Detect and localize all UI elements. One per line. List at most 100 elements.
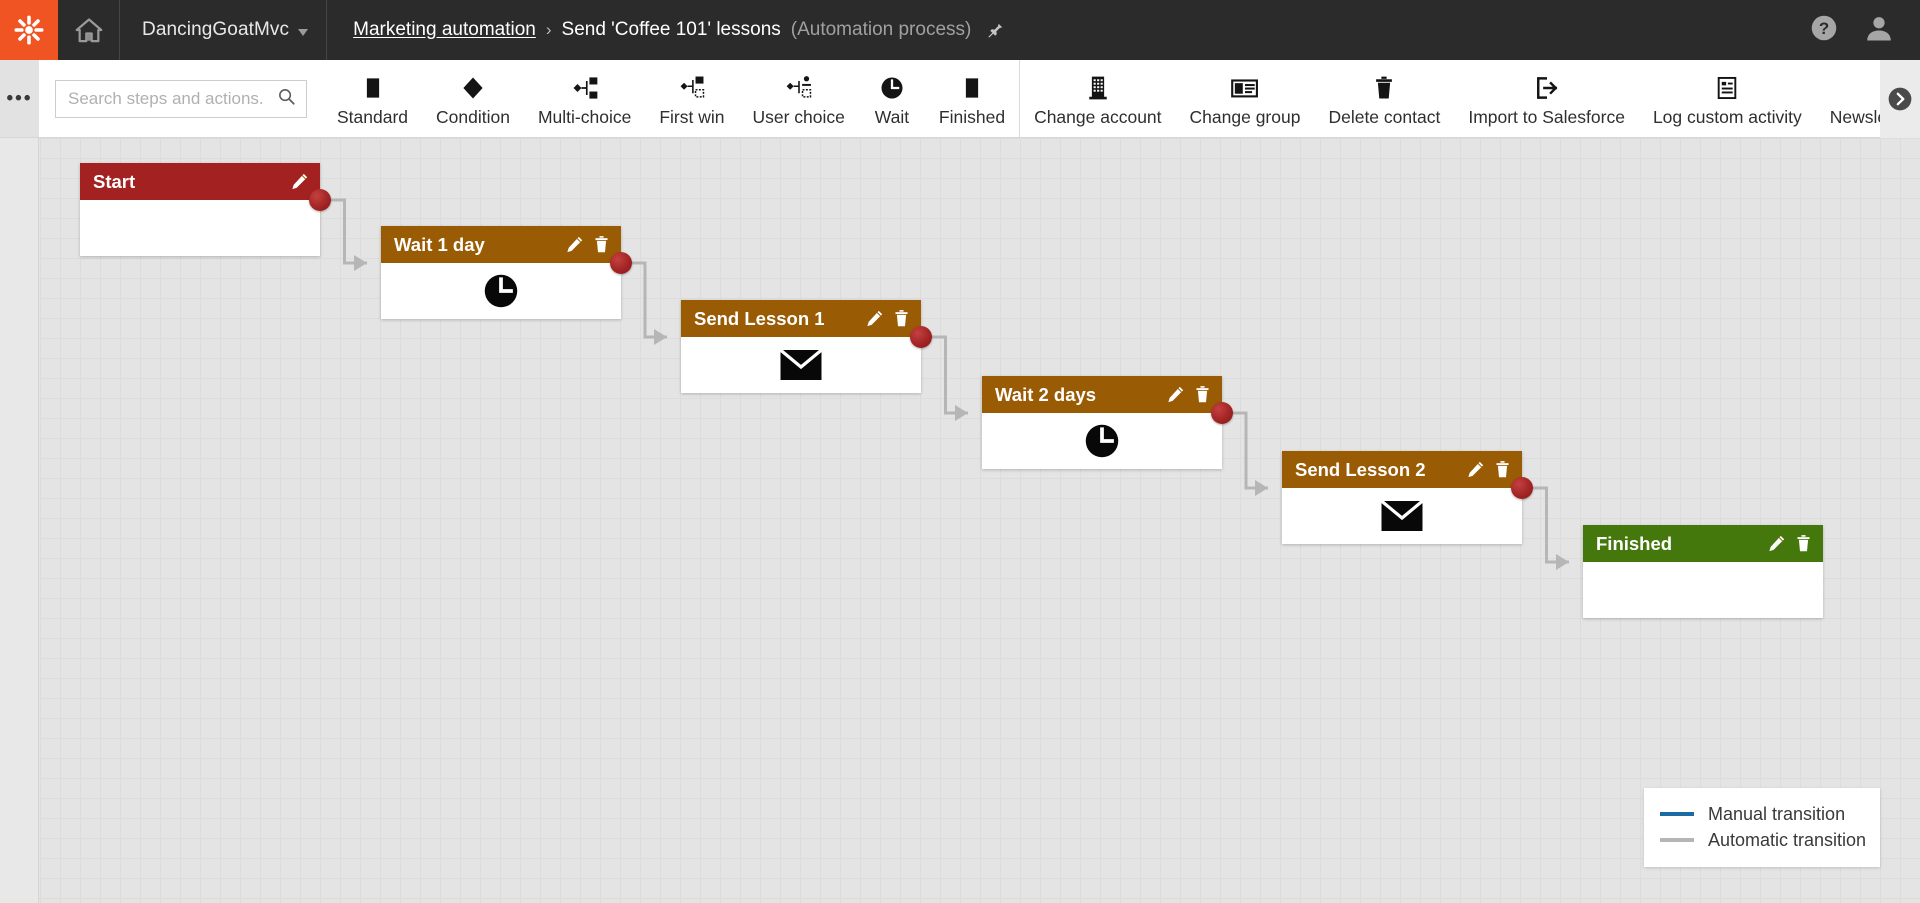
node-delete-button[interactable] <box>1494 460 1511 479</box>
envelope-icon <box>779 348 823 382</box>
toolbar-item-import-to-salesforce[interactable]: Import to Salesforce <box>1454 60 1639 137</box>
transition-wire <box>923 337 968 413</box>
node-body <box>1583 562 1823 618</box>
toolbar-item-label: Condition <box>436 107 510 127</box>
node-output-port-lesson2[interactable] <box>1511 477 1533 499</box>
legend-color-swatch <box>1660 838 1694 842</box>
legend-row-manual: Manual transition <box>1660 801 1864 827</box>
transition-arrowhead <box>354 255 367 271</box>
toolbar-item-label: Change group <box>1190 107 1301 127</box>
transition-wire <box>1524 488 1569 562</box>
toolbar-item-first-win[interactable]: First win <box>645 60 738 137</box>
node-title: Wait 2 days <box>995 384 1157 406</box>
search-box[interactable] <box>55 80 307 118</box>
toolbar-item-icon-wrap <box>1085 72 1111 104</box>
workflow-node-wait2[interactable]: Wait 2 days <box>982 376 1222 469</box>
node-output-port-wait2[interactable] <box>1211 402 1233 424</box>
toolbar-item-label: Finished <box>939 107 1005 127</box>
node-output-port-wait1[interactable] <box>610 252 632 274</box>
node-edit-button[interactable] <box>290 172 309 191</box>
transition-arrowhead <box>1255 480 1268 496</box>
node-delete-button[interactable] <box>893 309 910 328</box>
toolbar-item-label: Standard <box>337 107 408 127</box>
node-edit-button[interactable] <box>1166 385 1185 404</box>
transition-arrowhead <box>1556 554 1569 570</box>
node-header[interactable]: Finished <box>1583 525 1823 562</box>
pin-icon[interactable] <box>987 22 1004 39</box>
user-menu-button[interactable] <box>1864 13 1894 48</box>
search-input[interactable] <box>68 89 277 109</box>
node-header[interactable]: Start <box>80 163 320 200</box>
search-icon[interactable] <box>277 87 296 111</box>
toolbar-item-label: Change account <box>1034 107 1161 127</box>
workflow-node-finished[interactable]: Finished <box>1583 525 1823 618</box>
header-actions: ? <box>1810 0 1920 60</box>
toolbar-item-standard[interactable]: Standard <box>323 60 422 137</box>
toolbar-item-change-account[interactable]: Change account <box>1020 60 1175 137</box>
user-avatar-icon <box>1864 13 1894 43</box>
node-header[interactable]: Wait 1 day <box>381 226 621 263</box>
help-button[interactable]: ? <box>1810 14 1838 47</box>
workflow-node-lesson1[interactable]: Send Lesson 1 <box>681 300 921 393</box>
breadcrumb-current-item: Send 'Coffee 101' lessons <box>562 19 781 41</box>
trash-delete-icon <box>893 309 910 328</box>
node-output-port-lesson1[interactable] <box>910 326 932 348</box>
pencil-edit-icon <box>1166 385 1185 404</box>
toolbar-item-user-choice[interactable]: User choice <box>739 60 859 137</box>
node-title: Wait 1 day <box>394 234 556 256</box>
chevron-right-circle-icon <box>1887 86 1913 112</box>
toolbar-item-wait[interactable]: Wait <box>859 60 925 137</box>
toolbar-item-icon-wrap <box>1715 72 1739 104</box>
toolbar-item-icon-wrap <box>359 72 387 104</box>
transition-wire <box>322 200 367 263</box>
envelope-icon <box>1380 499 1424 533</box>
node-header[interactable]: Send Lesson 2 <box>1282 451 1522 488</box>
automation-canvas[interactable]: Start Wait 1 day Send Lesson 1 Wait 2 days S… <box>0 138 1920 903</box>
node-edit-button[interactable] <box>1767 534 1786 553</box>
workflow-node-wait1[interactable]: Wait 1 day <box>381 226 621 319</box>
toolbar-item-log-custom-activity[interactable]: Log custom activity <box>1639 60 1816 137</box>
toolbar-overflow-menu[interactable]: ••• <box>0 60 39 137</box>
node-edit-button[interactable] <box>1466 460 1485 479</box>
kebab-menu-icon: ••• <box>7 96 33 102</box>
legend-panel: Manual transitionAutomatic transition <box>1644 788 1880 867</box>
toolbar-item-icon-wrap <box>1230 72 1260 104</box>
export-arrow-icon <box>1533 74 1561 102</box>
canvas-left-gutter <box>0 138 39 903</box>
node-header[interactable]: Wait 2 days <box>982 376 1222 413</box>
search-zone <box>39 60 323 137</box>
toolbar-item-label: User choice <box>753 107 845 127</box>
toolbar-item-multi-choice[interactable]: Multi-choice <box>524 60 645 137</box>
node-delete-button[interactable] <box>593 235 610 254</box>
breadcrumb: Marketing automation › Send 'Coffee 101'… <box>327 0 1810 60</box>
node-body <box>80 200 320 256</box>
toolbar-group-steps: Standard Condition Multi-choiceFirst win Us… <box>323 60 1019 137</box>
node-body <box>1282 488 1522 544</box>
toolbar-item-icon-wrap <box>1533 72 1561 104</box>
node-edit-button[interactable] <box>565 235 584 254</box>
node-title: Send Lesson 1 <box>694 308 856 330</box>
node-output-port-start[interactable] <box>309 189 331 211</box>
site-selector[interactable]: DancingGoatMvc <box>120 0 327 60</box>
toolbar-item-change-group[interactable]: Change group <box>1176 60 1315 137</box>
toolbar-item-delete-contact[interactable]: Delete contact <box>1314 60 1454 137</box>
toolbar-scroll-right-button[interactable] <box>1880 60 1920 138</box>
app-logo[interactable] <box>0 0 58 60</box>
toolbar-item-condition[interactable]: Condition <box>422 60 524 137</box>
workflow-node-start[interactable]: Start <box>80 163 320 256</box>
top-header-bar: DancingGoatMvc Marketing automation › Se… <box>0 0 1920 60</box>
breadcrumb-link-marketing-automation[interactable]: Marketing automation <box>353 19 536 41</box>
node-edit-button[interactable] <box>865 309 884 328</box>
clock-icon <box>878 74 906 102</box>
node-delete-button[interactable] <box>1795 534 1812 553</box>
home-button[interactable] <box>58 0 120 60</box>
node-header[interactable]: Send Lesson 1 <box>681 300 921 337</box>
clock-icon <box>481 271 521 311</box>
clock-icon <box>1082 421 1122 461</box>
workflow-node-lesson2[interactable]: Send Lesson 2 <box>1282 451 1522 544</box>
toolbar-item-label: Wait <box>875 107 909 127</box>
transition-arrowhead <box>955 405 968 421</box>
node-delete-button[interactable] <box>1194 385 1211 404</box>
toolbar-item-icon-wrap <box>570 72 600 104</box>
toolbar-item-finished[interactable]: Finished <box>925 60 1019 137</box>
